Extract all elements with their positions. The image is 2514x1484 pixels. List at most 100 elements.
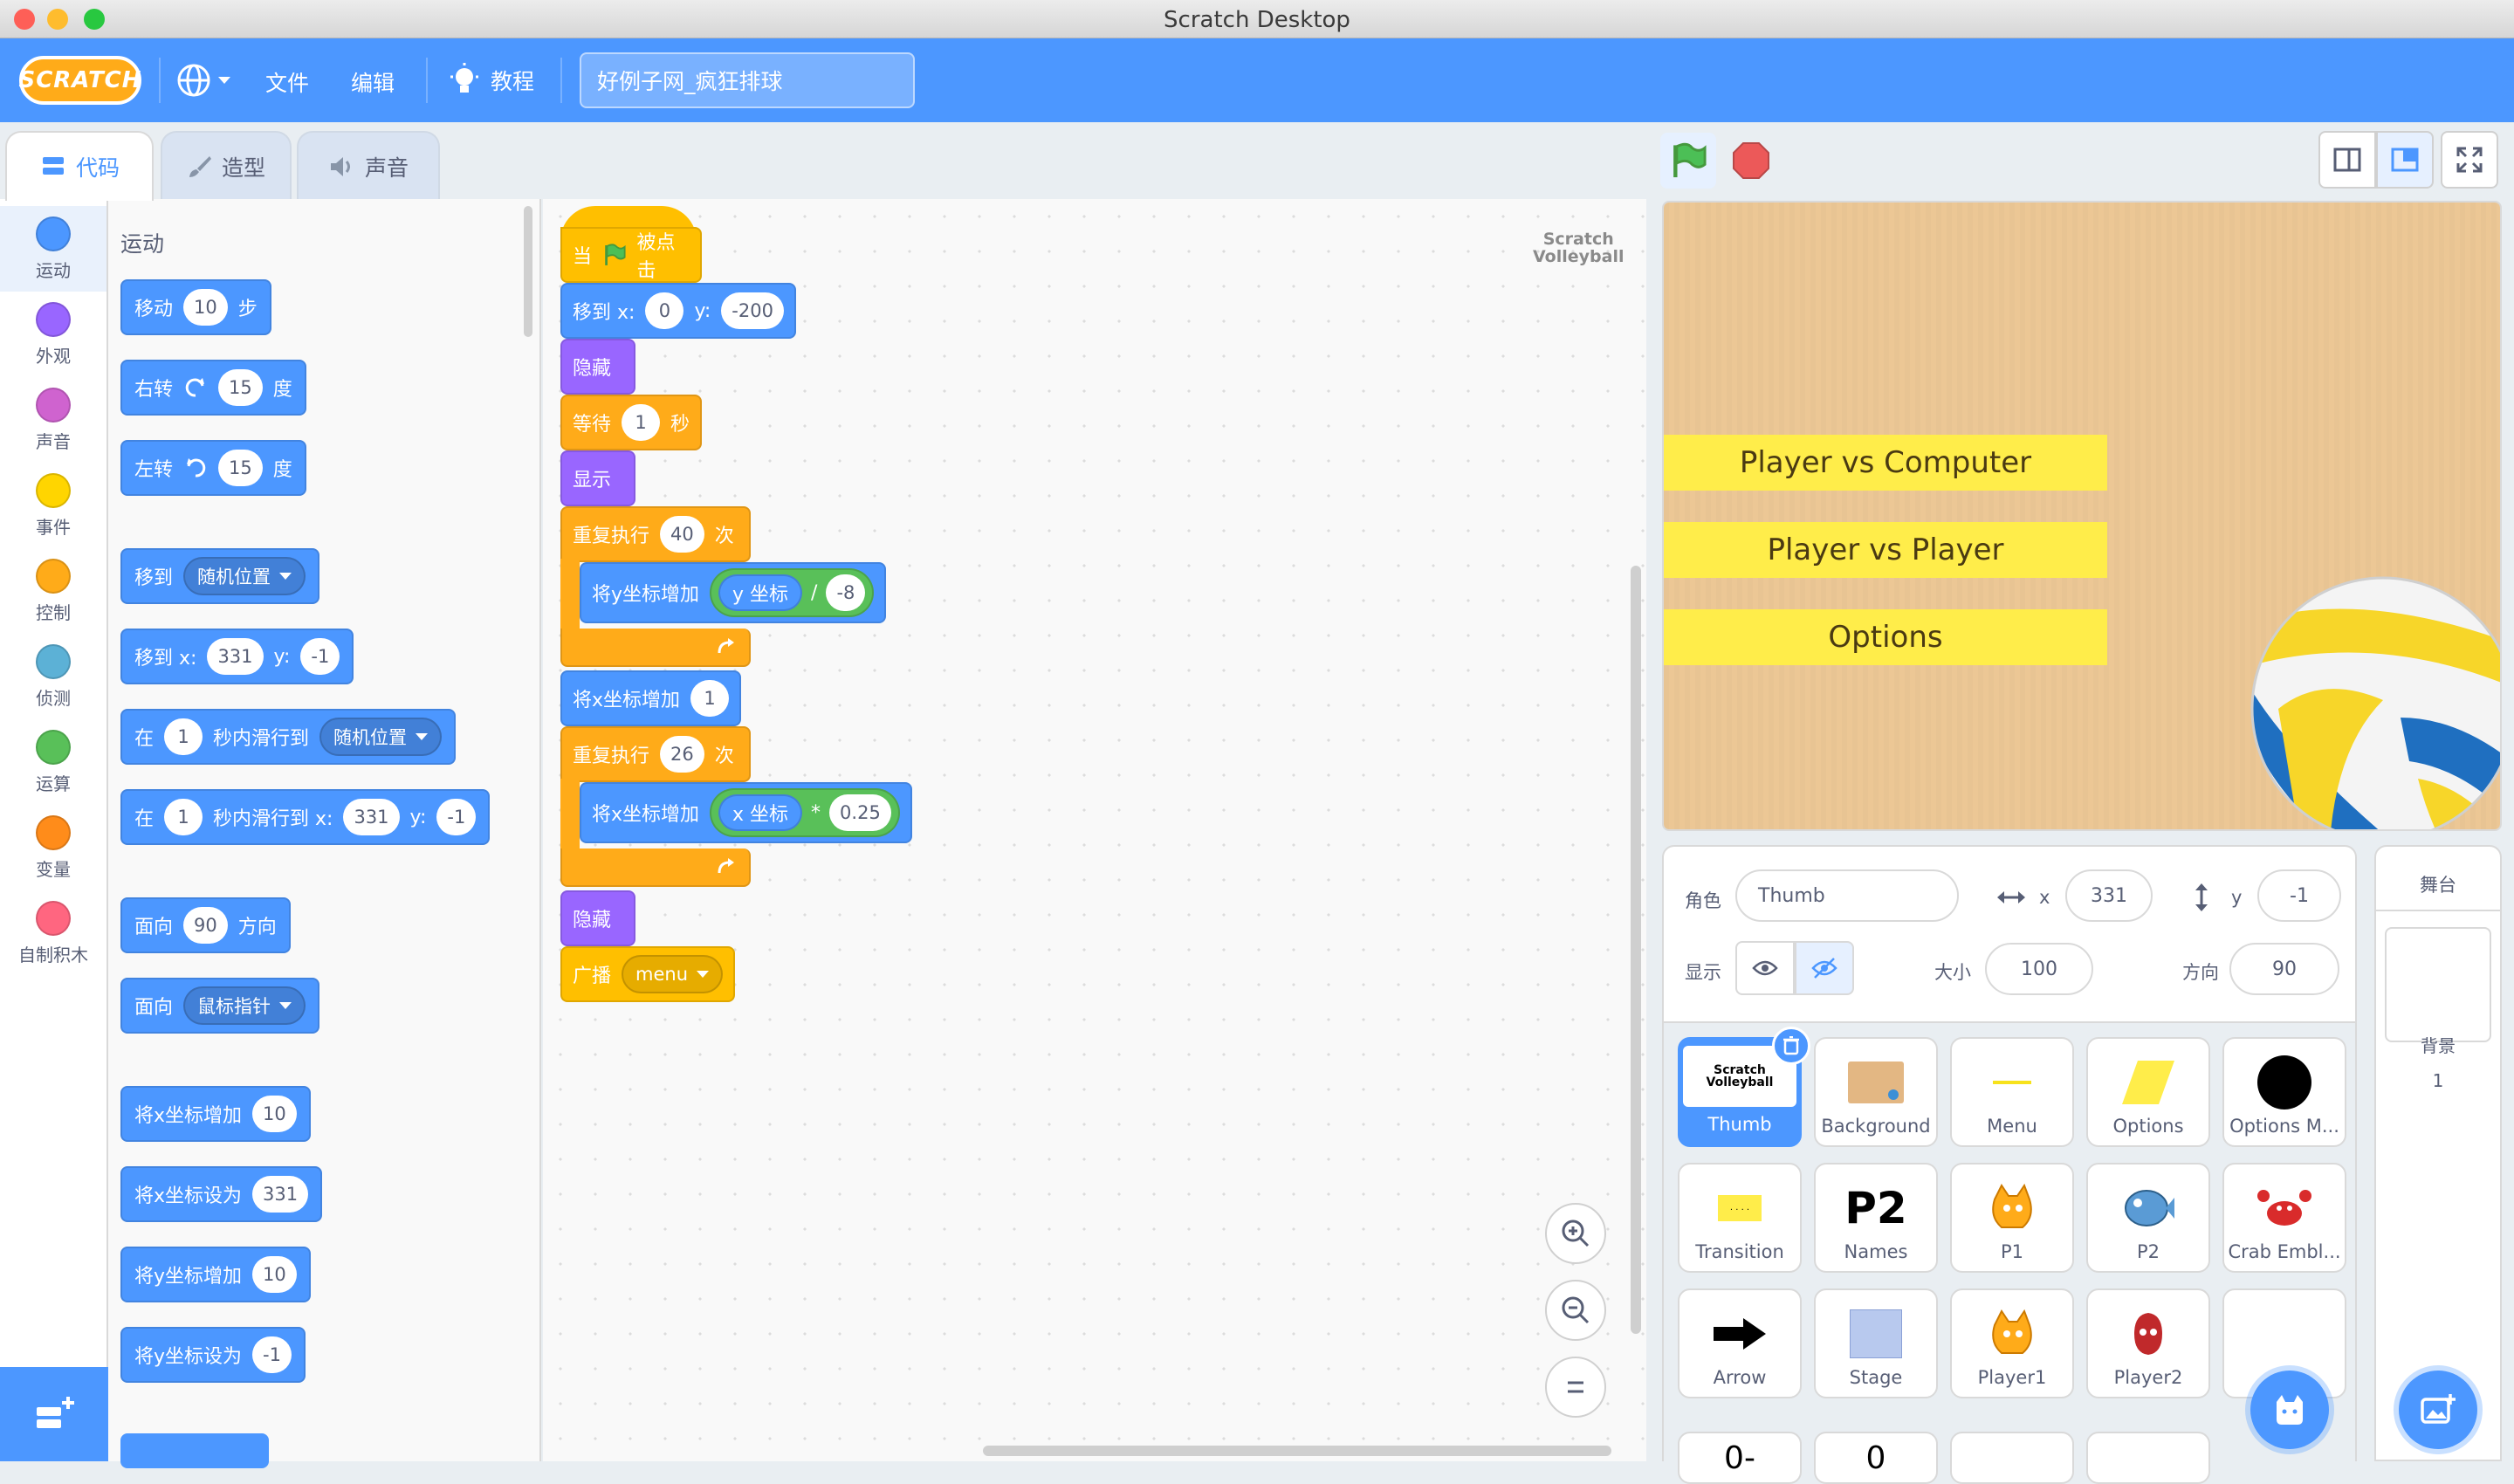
zoom-out-button[interactable] [1545,1280,1606,1341]
workspace-vertical-scrollbar[interactable] [1631,566,1641,1334]
hide-sprite-button[interactable] [1795,941,1854,995]
sprite-tile[interactable]: Stage [1814,1288,1938,1398]
script-change-x-1[interactable]: 将x坐标增加 1 [560,670,742,726]
green-flag-button[interactable] [1660,133,1716,189]
file-menu[interactable]: 文件 [265,66,309,98]
block-move-steps[interactable]: 移动 10 步 [120,279,271,335]
large-stage-button[interactable] [2376,131,2434,189]
point-towards-dropdown[interactable]: 鼠标指针 [183,986,306,1025]
sprite-direction-input[interactable]: 90 [2229,943,2339,995]
show-sprite-button[interactable] [1735,941,1795,995]
category-item[interactable]: 声音 [0,377,106,463]
sprite-tile[interactable]: 0 [1814,1432,1938,1484]
tab-code[interactable]: 代码 [5,131,154,201]
tab-costumes[interactable]: 造型 [161,131,292,201]
menu-player-vs-computer[interactable]: Player vs Computer [1664,435,2107,491]
sprite-x-input[interactable]: 331 [2065,869,2153,922]
block-set-x[interactable]: 将x坐标设为 331 [120,1166,323,1222]
zoom-in-button[interactable] [1545,1203,1606,1264]
sprite-tile[interactable]: Scratch Volleyball Thumb [1678,1027,1810,1147]
script-change-y[interactable]: 将y坐标增加 y 坐标 / -8 [580,562,887,623]
category-item[interactable]: 自制积木 [0,890,106,976]
sprite-size-input[interactable]: 100 [1985,943,2093,995]
stage-selector[interactable]: 舞台 背景 1 [2374,845,2502,1461]
sprite-tile[interactable]: Arrow [1678,1288,1802,1398]
block-change-y[interactable]: 将y坐标增加 10 [120,1247,311,1302]
script-hide-1[interactable]: 隐藏 [560,339,635,395]
sprite-tile[interactable]: P2 Names [1814,1163,1938,1273]
stop-button[interactable] [1723,133,1779,189]
add-extension-button[interactable] [0,1367,108,1461]
y-position-reporter[interactable]: y 坐标 [718,574,803,611]
category-item[interactable]: 侦测 [0,634,106,719]
script-workspace[interactable]: Scratch Volleyball 当 被点击 移到 x: 0 y: -200 隐藏 … [543,199,1646,1461]
stage-canvas[interactable]: Player vs Computer Player vs Player Opti… [1662,201,2502,831]
sprite-tile[interactable]: Player1 [1950,1288,2074,1398]
sprite-tile[interactable]: Crab Embl... [2222,1163,2346,1273]
x-position-reporter[interactable]: x 坐标 [718,794,803,831]
project-title-input[interactable]: 好例子网_疯狂排球 [580,52,915,108]
script-change-x-2[interactable]: 将x坐标增加 x 坐标 * 0.25 [580,782,912,843]
block-set-y[interactable]: 将y坐标设为 -1 [120,1327,306,1383]
script-show[interactable]: 显示 [560,450,635,506]
block-turn-right[interactable]: 右转 15 度 [120,360,306,416]
category-item[interactable]: 变量 [0,805,106,890]
zoom-reset-button[interactable] [1545,1357,1606,1418]
block-change-x[interactable]: 将x坐标增加 10 [120,1086,311,1142]
block-point-direction[interactable]: 面向 90 方向 [120,897,291,953]
stage-thumbnail[interactable] [2385,927,2491,1042]
goto-target-dropdown[interactable]: 随机位置 [183,557,306,595]
palette-scrollbar[interactable] [524,206,532,337]
menu-options[interactable]: Options [1664,609,2107,665]
block-partial[interactable] [120,1433,269,1468]
scratch-logo[interactable]: SCRATCH [18,56,141,105]
script-hide-2[interactable]: 隐藏 [560,890,635,946]
block-glide-xy[interactable]: 在 1 秒内滑行到 x: 331 y: -1 [120,789,491,845]
fullscreen-button[interactable] [2441,131,2498,189]
sprite-tile[interactable]: P2 [2086,1163,2210,1273]
sprite-name-input[interactable]: Thumb [1735,869,1959,922]
category-item[interactable]: 外观 [0,292,106,377]
broadcast-message-dropdown[interactable]: menu [622,955,724,993]
category-item[interactable]: 事件 [0,463,106,548]
category-item[interactable]: 控制 [0,548,106,634]
sprite-tile[interactable]: Options [2086,1037,2210,1147]
edit-menu[interactable]: 编辑 [351,66,395,98]
script-wait[interactable]: 等待 1 秒 [560,395,703,450]
zoom-out-icon [1562,1296,1590,1324]
category-item[interactable]: 运动 [0,206,106,292]
category-item[interactable]: 运算 [0,719,106,805]
sprite-tile[interactable]: 0- [1678,1432,1802,1484]
sprite-tile[interactable]: Options M... [2222,1037,2346,1147]
tutorials-menu[interactable]: 教程 [449,63,534,98]
sprite-tile[interactable] [2086,1432,2210,1484]
block-goto-xy[interactable]: 移到 x: 331 y: -1 [120,629,354,684]
script-goto-xy[interactable]: 移到 x: 0 y: -200 [560,283,796,339]
glide-target-dropdown[interactable]: 随机位置 [319,718,443,756]
rotate-right-icon [185,378,205,397]
tab-sounds[interactable]: 声音 [297,131,440,201]
multiply-operator-reporter[interactable]: x 坐标 * 0.25 [710,788,900,837]
sprite-tile[interactable]: . . . . Transition [1678,1163,1802,1273]
block-point-towards[interactable]: 面向 鼠标指针 [120,978,320,1034]
small-stage-button[interactable] [2318,131,2376,189]
sprite-y-input[interactable]: -1 [2257,869,2341,922]
sprite-tile[interactable]: Player2 [2086,1288,2210,1398]
sprite-tile[interactable] [1950,1432,2074,1484]
sprite-tile[interactable]: P1 [1950,1163,2074,1273]
choose-backdrop-button[interactable] [2399,1371,2477,1449]
sprite-tile[interactable]: Menu [1950,1037,2074,1147]
sprite-tile[interactable]: Background [1814,1037,1938,1147]
window-title: Scratch Desktop [1164,7,1350,33]
block-glide-to[interactable]: 在 1 秒内滑行到 随机位置 [120,709,457,765]
block-turn-left[interactable]: 左转 15 度 [120,440,306,496]
script-broadcast[interactable]: 广播 menu [560,946,736,1002]
delete-sprite-button[interactable] [1772,1027,1810,1065]
language-menu[interactable] [176,63,230,98]
block-goto[interactable]: 移到 随机位置 [120,548,320,604]
divide-operator-reporter[interactable]: y 坐标 / -8 [710,568,875,617]
choose-sprite-button[interactable] [2250,1371,2329,1449]
menu-player-vs-player[interactable]: Player vs Player [1664,522,2107,578]
workspace-horizontal-scrollbar[interactable] [983,1446,1611,1456]
block-when-flag-clicked[interactable]: 当 被点击 [560,227,702,283]
